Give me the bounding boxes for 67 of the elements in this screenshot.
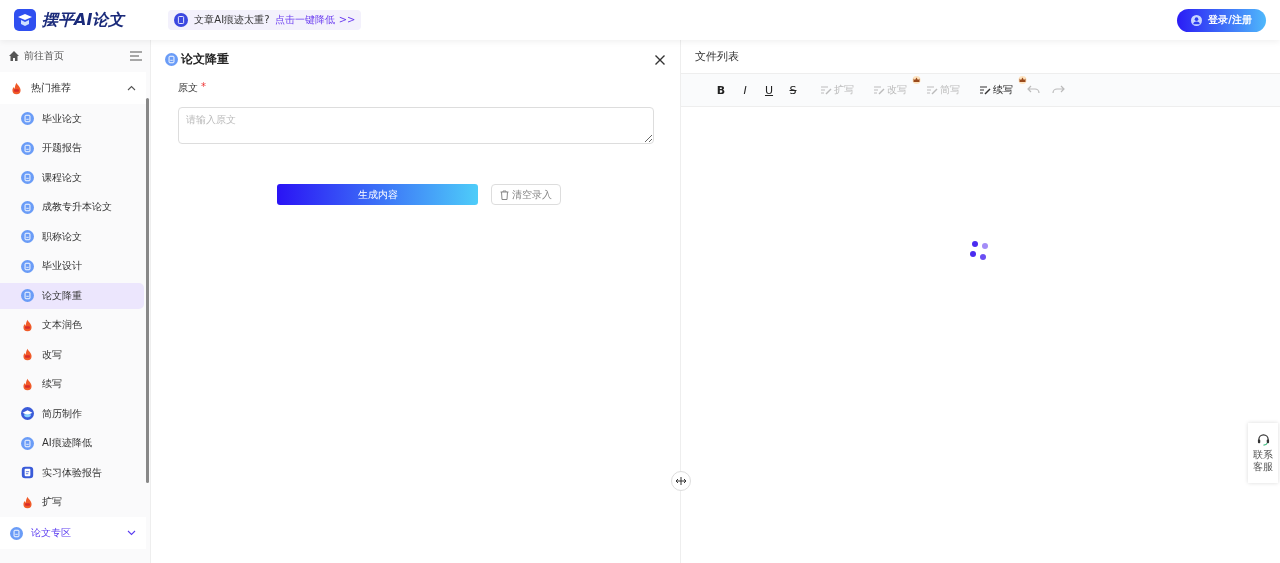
flame-icon <box>21 377 34 391</box>
sidebar-item[interactable]: 成教专升本论文 <box>0 194 144 220</box>
format-button[interactable]: U <box>757 80 781 100</box>
field-label: 原文 <box>178 81 198 95</box>
document-icon <box>165 53 178 66</box>
sidebar-item[interactable]: 续写 <box>0 371 144 397</box>
flame-icon <box>21 318 34 332</box>
close-button[interactable] <box>654 53 666 66</box>
document-icon <box>21 259 34 273</box>
document-icon <box>21 230 34 244</box>
document-icon <box>21 200 34 214</box>
report-icon <box>21 466 34 480</box>
sidebar-group[interactable]: 论文专区 <box>0 517 146 549</box>
clear-button[interactable]: 清空录入 <box>491 184 561 205</box>
document-icon <box>21 289 34 303</box>
logo-icon <box>14 9 36 31</box>
sidebar-item[interactable]: 职称论文 <box>0 224 144 250</box>
reduce-link[interactable]: 点击一键降低 >> <box>275 13 356 27</box>
home-link[interactable]: 前往首页 <box>24 49 126 63</box>
logo-text[interactable]: 摆平AI论文 <box>42 9 125 31</box>
required-mark: * <box>201 81 206 94</box>
pen-icon <box>980 85 991 95</box>
sidebar-item[interactable]: 毕业论文 <box>0 106 144 132</box>
pen-icon <box>821 85 832 95</box>
generate-button[interactable]: 生成内容 <box>277 184 478 205</box>
document-icon <box>21 171 34 185</box>
format-button[interactable]: S <box>781 80 805 100</box>
file-list-title: 文件列表 <box>695 49 739 64</box>
sidebar-group[interactable]: 热门推荐 <box>0 72 146 104</box>
sidebar-item[interactable]: 开题报告 <box>0 135 144 161</box>
flame-icon <box>10 81 23 95</box>
graduation-cap-icon <box>21 407 34 421</box>
menu-icon[interactable] <box>130 51 142 61</box>
document-icon <box>21 141 34 155</box>
login-button[interactable]: 登录/注册 <box>1177 8 1266 32</box>
sidebar-item[interactable]: 论文降重 <box>0 283 144 309</box>
format-button[interactable]: I <box>733 80 757 100</box>
toolbar-action-button[interactable]: 续写 <box>976 83 1017 97</box>
sidebar-item[interactable]: 实习体验报告 <box>0 460 144 486</box>
notice-text: 文章AI痕迹太重? <box>194 13 270 27</box>
trash-icon <box>500 189 509 200</box>
sidebar-item[interactable]: 改写 <box>0 342 144 368</box>
resize-handle[interactable] <box>671 471 691 491</box>
flame-icon <box>21 348 34 362</box>
sidebar-item[interactable]: 文本润色 <box>0 312 144 338</box>
close-icon <box>654 53 666 66</box>
sidebar-item[interactable]: 简历制作 <box>0 401 144 427</box>
user-icon <box>1191 14 1203 26</box>
sidebar-item[interactable]: AI痕迹降低 <box>0 430 144 456</box>
document-icon <box>10 526 23 540</box>
document-icon <box>21 112 34 126</box>
sidebar-item[interactable]: 课程论文 <box>0 165 144 191</box>
source-text-field[interactable]: 请输入原文 <box>178 107 654 144</box>
headset-icon <box>1256 433 1270 446</box>
pen-icon <box>927 85 938 95</box>
loading-spinner-icon <box>969 240 991 262</box>
format-button[interactable]: B <box>709 80 733 100</box>
panel-title: 论文降重 <box>181 52 230 67</box>
flame-icon <box>21 495 34 509</box>
resize-icon <box>675 477 687 485</box>
sidebar-item[interactable]: 毕业设计 <box>0 253 144 279</box>
document-icon <box>21 436 34 450</box>
pen-icon <box>874 85 885 95</box>
support-button[interactable]: 联系客服 <box>1248 423 1278 483</box>
document-icon <box>174 13 189 27</box>
sidebar-item[interactable]: 扩写 <box>0 489 144 515</box>
home-icon <box>8 50 20 62</box>
